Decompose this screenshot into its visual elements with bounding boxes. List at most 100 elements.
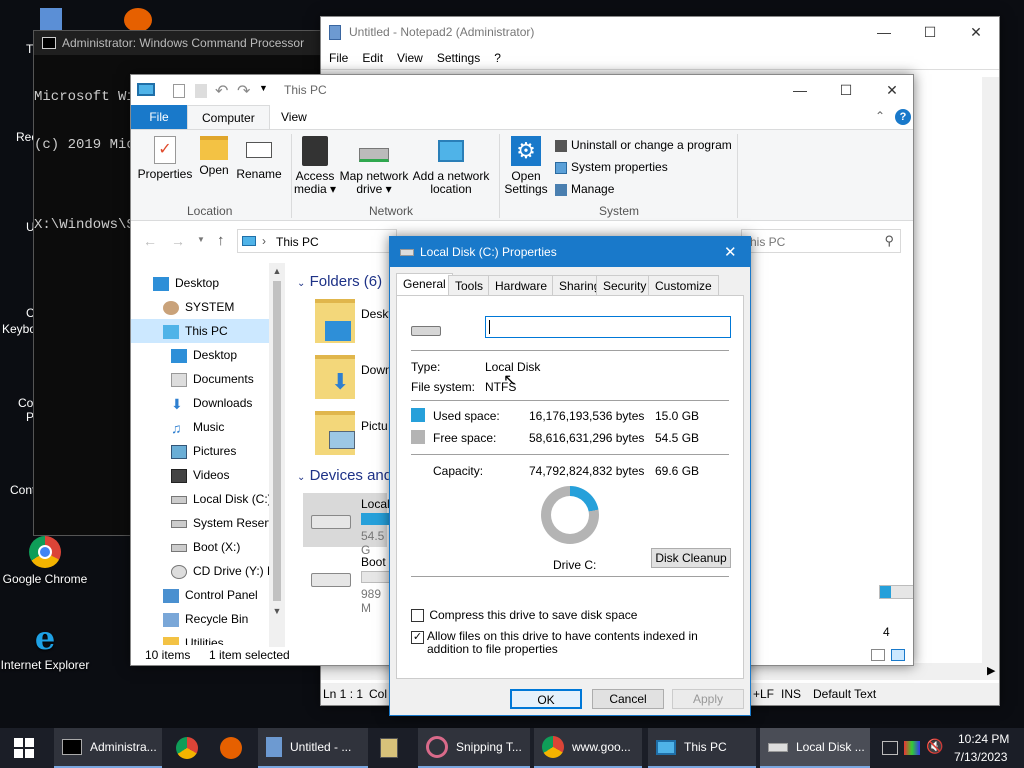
details-view-icon[interactable]: [871, 649, 885, 661]
address-bar[interactable]: › This PC: [237, 229, 397, 253]
recent-locations-icon[interactable]: ▼: [197, 235, 205, 244]
scroll-up-icon[interactable]: ▲: [269, 263, 285, 279]
properties-dialog[interactable]: Local Disk (C:) Properties ✕ General Too…: [389, 236, 751, 716]
nav-item-system-reserved[interactable]: System Reserve: [171, 511, 281, 535]
disk-cleanup-button[interactable]: Disk Cleanup: [651, 548, 731, 568]
drive-name-field[interactable]: [485, 316, 731, 338]
nav-item-desktop[interactable]: Desktop: [171, 343, 237, 367]
collapse-ribbon-icon[interactable]: ⌃: [875, 109, 885, 123]
nav-item-pictures[interactable]: Pictures: [171, 439, 236, 463]
devices-group-header[interactable]: ⌄ Devices and: [297, 467, 392, 484]
search-box[interactable]: his PC ⚲: [741, 229, 901, 253]
clock-date[interactable]: 7/13/2023: [954, 750, 1007, 764]
system-properties-button[interactable]: System properties: [555, 160, 668, 174]
maximize-button[interactable]: ☐: [823, 75, 869, 105]
nav-item-downloads[interactable]: ⬇ Downloads: [171, 391, 252, 415]
tab-security[interactable]: Security: [596, 275, 654, 295]
properties-quick-icon[interactable]: [173, 84, 185, 98]
device-item-local-disk[interactable]: Local 54.5 G: [303, 493, 391, 557]
color-tray-icon[interactable]: [904, 741, 920, 755]
help-icon[interactable]: ?: [895, 109, 911, 125]
network-tray-icon[interactable]: [882, 741, 898, 755]
up-arrow-icon[interactable]: ↑: [217, 232, 225, 249]
manage-button[interactable]: Manage: [555, 182, 614, 196]
taskbar-item-this-pc[interactable]: This PC: [648, 728, 756, 768]
add-network-location-button[interactable]: Add a network location: [411, 136, 491, 196]
taskbar-item-snipping[interactable]: Snipping T...: [418, 728, 530, 768]
maximize-button[interactable]: ☐: [907, 17, 953, 47]
cmd-titlebar[interactable]: Administrator: Windows Command Processor: [34, 31, 334, 55]
tab-customize[interactable]: Customize: [648, 275, 719, 295]
nav-item-local-disk[interactable]: Local Disk (C:): [171, 487, 272, 511]
apply-button[interactable]: Apply: [672, 689, 744, 709]
menu-edit[interactable]: Edit: [362, 47, 383, 69]
desktop-icon-chrome[interactable]: Google Chrome: [0, 536, 90, 586]
compress-option[interactable]: Compress this drive to save disk space: [411, 608, 637, 623]
qat-dropdown-icon[interactable]: ▼: [259, 83, 268, 93]
taskbar-item-local-disk[interactable]: Local Disk ...: [760, 728, 870, 768]
dialog-titlebar[interactable]: Local Disk (C:) Properties ✕: [390, 237, 750, 267]
back-arrow-icon[interactable]: ←: [143, 233, 157, 249]
nav-item-this-pc[interactable]: This PC: [131, 319, 271, 343]
folders-group-header[interactable]: ⌄ Folders (6): [297, 273, 382, 290]
folder-item-downloads[interactable]: ⬇ Down: [315, 355, 392, 403]
scroll-right-icon[interactable]: ▶: [987, 664, 995, 677]
rename-button[interactable]: Rename: [235, 136, 283, 181]
explorer-titlebar[interactable]: ↶ ↷ ▼ This PC — ☐ ✕: [131, 75, 913, 105]
folder-item-desktop[interactable]: Deskt: [315, 299, 392, 347]
map-network-drive-button[interactable]: Map network drive ▾: [337, 136, 411, 196]
ok-button[interactable]: OK: [510, 689, 582, 709]
compress-checkbox[interactable]: [411, 609, 424, 623]
scrollbar-thumb[interactable]: [273, 281, 281, 601]
tab-hardware[interactable]: Hardware: [488, 275, 555, 295]
index-option[interactable]: ✓ Allow files on this drive to have cont…: [411, 630, 731, 656]
recycle-bin-icon[interactable]: [40, 8, 62, 32]
uninstall-program-button[interactable]: Uninstall or change a program: [555, 138, 732, 152]
nav-item-system[interactable]: SYSTEM: [163, 295, 234, 319]
cancel-button[interactable]: Cancel: [592, 689, 664, 709]
desktop-icon-ie[interactable]: e Internet Explorer: [0, 622, 90, 672]
nav-item-desktop-root[interactable]: Desktop: [153, 271, 219, 295]
nav-item-control-panel[interactable]: Control Panel: [163, 583, 258, 607]
index-checkbox[interactable]: ✓: [411, 631, 424, 644]
volume-muted-icon[interactable]: 🔇: [926, 738, 943, 755]
notepad-titlebar[interactable]: Untitled - Notepad2 (Administrator) — ☐ …: [321, 17, 999, 47]
tab-general[interactable]: General: [396, 273, 453, 295]
open-settings-button[interactable]: ⚙ Open Settings: [503, 136, 549, 196]
large-icons-view-icon[interactable]: [891, 649, 905, 661]
navigation-pane[interactable]: Desktop SYSTEM This PC Desktop Documents…: [131, 267, 285, 645]
tab-view[interactable]: View: [267, 105, 321, 129]
open-button[interactable]: Open: [195, 136, 233, 177]
nav-item-videos[interactable]: Videos: [171, 463, 229, 487]
notepad-vscrollbar[interactable]: [982, 77, 999, 673]
clock-time[interactable]: 10:24 PM: [958, 732, 1009, 746]
menu-help[interactable]: ?: [494, 47, 501, 69]
properties-button[interactable]: ✓ Properties: [137, 136, 193, 181]
minimize-button[interactable]: —: [861, 17, 907, 47]
redo-icon[interactable]: ↷: [237, 81, 250, 101]
access-media-button[interactable]: Access media ▾: [293, 136, 337, 196]
nav-item-utilities[interactable]: Utilities: [163, 631, 224, 645]
taskbar-item-chrome[interactable]: [168, 728, 208, 768]
menu-file[interactable]: File: [329, 47, 348, 69]
firefox-icon[interactable]: [124, 8, 152, 32]
nav-item-boot[interactable]: Boot (X:): [171, 535, 240, 559]
device-item-boot[interactable]: Boot 989 M: [303, 551, 391, 615]
tab-tools[interactable]: Tools: [448, 275, 491, 295]
tab-file[interactable]: File: [131, 105, 187, 129]
taskbar-item-notepad[interactable]: Untitled - ...: [258, 728, 368, 768]
forward-arrow-icon[interactable]: →: [171, 233, 185, 249]
nav-item-documents[interactable]: Documents: [171, 367, 254, 391]
nav-scrollbar[interactable]: ▲ ▼: [269, 263, 285, 647]
close-button[interactable]: ✕: [953, 17, 999, 47]
close-icon[interactable]: ✕: [724, 243, 737, 261]
undo-icon[interactable]: ↶: [215, 81, 228, 101]
nav-item-music[interactable]: ♫ Music: [171, 415, 224, 439]
taskbar-item-firefox[interactable]: [212, 728, 252, 768]
start-button[interactable]: [0, 728, 48, 768]
nav-item-recycle-bin[interactable]: Recycle Bin: [163, 607, 248, 631]
taskbar-item-cmd[interactable]: Administra...: [54, 728, 162, 768]
close-button[interactable]: ✕: [869, 75, 915, 105]
taskbar-item-notepad-pin[interactable]: [372, 728, 412, 768]
folder-item-pictures[interactable]: Pictu: [315, 411, 388, 459]
